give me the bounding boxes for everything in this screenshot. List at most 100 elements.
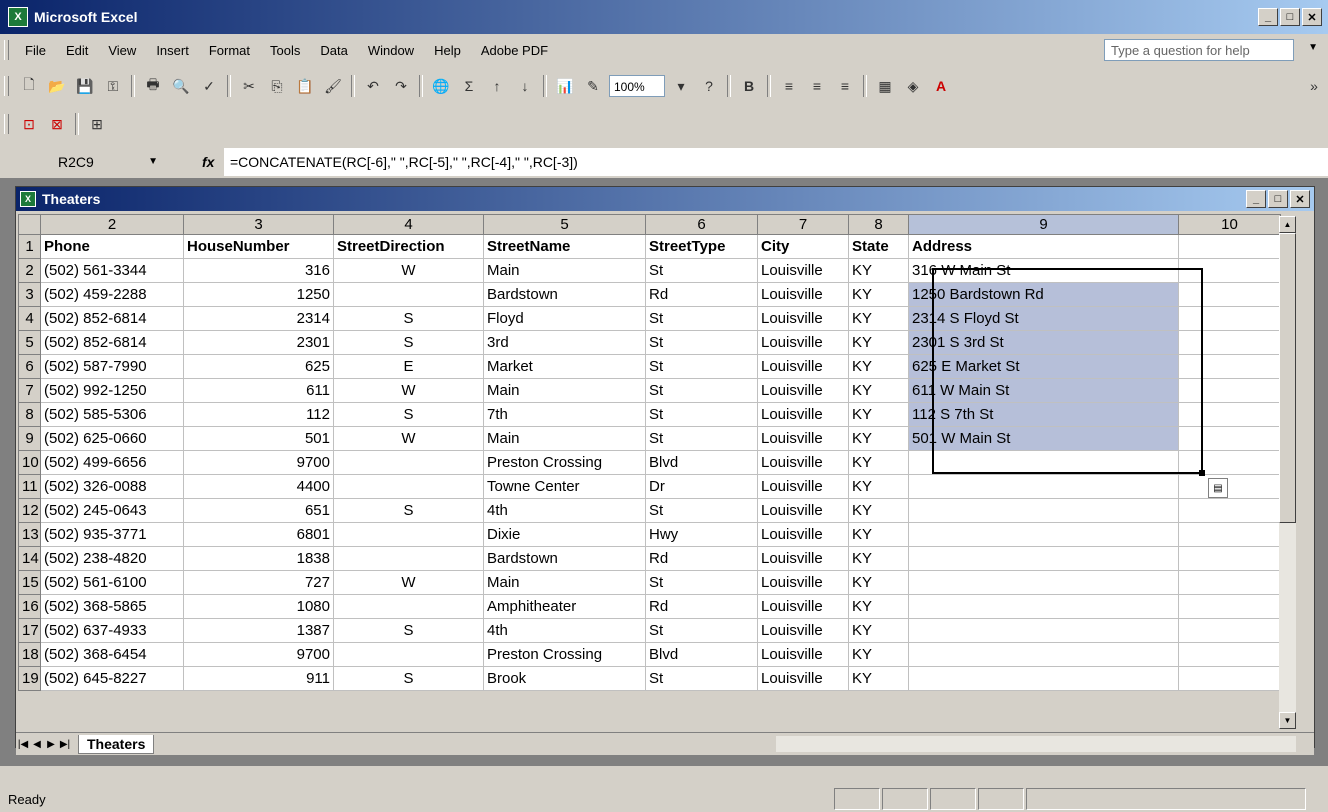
header-cell[interactable]: StreetName xyxy=(483,234,646,259)
cell-type[interactable]: St xyxy=(645,258,758,283)
row-header[interactable]: 12 xyxy=(18,498,41,523)
row-header[interactable]: 18 xyxy=(18,642,41,667)
cell-city[interactable]: Louisville xyxy=(757,306,849,331)
cell-state[interactable]: KY xyxy=(848,570,909,595)
cell-house[interactable]: 2314 xyxy=(183,306,334,331)
cell-type[interactable]: Rd xyxy=(645,282,758,307)
cell-address[interactable] xyxy=(908,498,1179,523)
cell-city[interactable]: Louisville xyxy=(757,522,849,547)
cell-street[interactable]: Towne Center xyxy=(483,474,646,499)
cell-phone[interactable]: (502) 499-6656 xyxy=(40,450,184,475)
cell-address[interactable]: 501 W Main St xyxy=(908,426,1179,451)
cell[interactable] xyxy=(1178,546,1281,571)
cell[interactable] xyxy=(1178,570,1281,595)
save-icon[interactable]: 💾 xyxy=(73,74,97,98)
cell-dir[interactable]: W xyxy=(333,378,484,403)
cell-city[interactable]: Louisville xyxy=(757,402,849,427)
menu-tools[interactable]: Tools xyxy=(260,43,310,58)
borders-icon[interactable]: ▦ xyxy=(873,74,897,98)
row-header[interactable]: 1 xyxy=(18,234,41,259)
cell-address[interactable]: 625 E Market St xyxy=(908,354,1179,379)
cell-dir[interactable] xyxy=(333,474,484,499)
select-all-corner[interactable] xyxy=(18,214,41,235)
cell-phone[interactable]: (502) 852-6814 xyxy=(40,306,184,331)
cell-house[interactable]: 1080 xyxy=(183,594,334,619)
insert-function-icon[interactable]: fx xyxy=(202,154,224,170)
header-cell[interactable]: Address xyxy=(908,234,1179,259)
cell-state[interactable]: KY xyxy=(848,402,909,427)
cell-address[interactable]: 1250 Bardstown Rd xyxy=(908,282,1179,307)
sort-descending-icon[interactable]: ↓ xyxy=(513,74,537,98)
close-button[interactable]: ✕ xyxy=(1302,8,1322,26)
row-header[interactable]: 5 xyxy=(18,330,41,355)
cell[interactable] xyxy=(1178,474,1281,499)
cell-state[interactable]: KY xyxy=(848,354,909,379)
cell[interactable] xyxy=(1178,282,1281,307)
cell-state[interactable]: KY xyxy=(848,546,909,571)
column-header[interactable]: 3 xyxy=(183,214,334,235)
cell-dir[interactable] xyxy=(333,546,484,571)
format-painter-icon[interactable]: 🖌 xyxy=(321,74,345,98)
permission-icon[interactable]: ⚿ xyxy=(101,74,125,98)
zoom-select[interactable]: 100% xyxy=(609,75,665,97)
cell-city[interactable]: Louisville xyxy=(757,618,849,643)
cell-type[interactable]: Hwy xyxy=(645,522,758,547)
hyperlink-icon[interactable]: 🌐 xyxy=(429,74,453,98)
header-cell[interactable]: StreetDirection xyxy=(333,234,484,259)
prev-sheet-icon[interactable]: ◀ xyxy=(30,739,44,750)
cell-state[interactable]: KY xyxy=(848,426,909,451)
row-header[interactable]: 3 xyxy=(18,282,41,307)
cell-dir[interactable]: S xyxy=(333,498,484,523)
cell[interactable] xyxy=(1178,402,1281,427)
cell-state[interactable]: KY xyxy=(848,282,909,307)
cell-street[interactable]: Bardstown xyxy=(483,546,646,571)
cell-state[interactable]: KY xyxy=(848,642,909,667)
cell-state[interactable]: KY xyxy=(848,378,909,403)
cell-city[interactable]: Louisville xyxy=(757,282,849,307)
cell-house[interactable]: 1838 xyxy=(183,546,334,571)
column-header[interactable]: 7 xyxy=(757,214,849,235)
cell-phone[interactable]: (502) 368-5865 xyxy=(40,594,184,619)
autofill-options-icon[interactable]: ▤ xyxy=(1208,478,1228,498)
cell-house[interactable]: 316 xyxy=(183,258,334,283)
cell-dir[interactable]: S xyxy=(333,402,484,427)
pdf-review-icon[interactable]: ⊞ xyxy=(85,112,109,136)
cell-phone[interactable]: (502) 645-8227 xyxy=(40,666,184,691)
cell-house[interactable]: 1250 xyxy=(183,282,334,307)
cell-street[interactable]: Amphitheater xyxy=(483,594,646,619)
paste-icon[interactable]: 📋 xyxy=(293,74,317,98)
row-header[interactable]: 9 xyxy=(18,426,41,451)
name-box[interactable]: R2C9 ▼ xyxy=(18,150,158,174)
cell-house[interactable]: 611 xyxy=(183,378,334,403)
chevron-down-icon[interactable]: ▼ xyxy=(148,150,158,174)
cell-address[interactable] xyxy=(908,546,1179,571)
cell-street[interactable]: Floyd xyxy=(483,306,646,331)
vertical-scrollbar[interactable]: ▲ ▼ xyxy=(1279,216,1296,729)
cut-icon[interactable]: ✂ xyxy=(237,74,261,98)
fill-color-icon[interactable]: ◈ xyxy=(901,74,925,98)
cell[interactable] xyxy=(1178,594,1281,619)
cell-address[interactable] xyxy=(908,642,1179,667)
cell-state[interactable]: KY xyxy=(848,498,909,523)
cell-street[interactable]: Dixie xyxy=(483,522,646,547)
cell-dir[interactable] xyxy=(333,282,484,307)
cell-city[interactable]: Louisville xyxy=(757,570,849,595)
cell-street[interactable]: Main xyxy=(483,570,646,595)
row-header[interactable]: 6 xyxy=(18,354,41,379)
cell-city[interactable]: Louisville xyxy=(757,498,849,523)
cell-state[interactable]: KY xyxy=(848,666,909,691)
scroll-up-icon[interactable]: ▲ xyxy=(1279,216,1296,233)
cell[interactable] xyxy=(1178,666,1281,691)
menu-file[interactable]: File xyxy=(15,43,56,58)
cell-address[interactable]: 2314 S Floyd St xyxy=(908,306,1179,331)
sheet-minimize-button[interactable]: _ xyxy=(1246,190,1266,208)
cell-house[interactable]: 2301 xyxy=(183,330,334,355)
cell-dir[interactable]: S xyxy=(333,666,484,691)
cell-dir[interactable]: S xyxy=(333,306,484,331)
cell-type[interactable]: St xyxy=(645,354,758,379)
cell-type[interactable]: St xyxy=(645,426,758,451)
cell-city[interactable]: Louisville xyxy=(757,546,849,571)
cell-dir[interactable] xyxy=(333,594,484,619)
cell-type[interactable]: St xyxy=(645,306,758,331)
scroll-thumb[interactable] xyxy=(1279,233,1296,523)
